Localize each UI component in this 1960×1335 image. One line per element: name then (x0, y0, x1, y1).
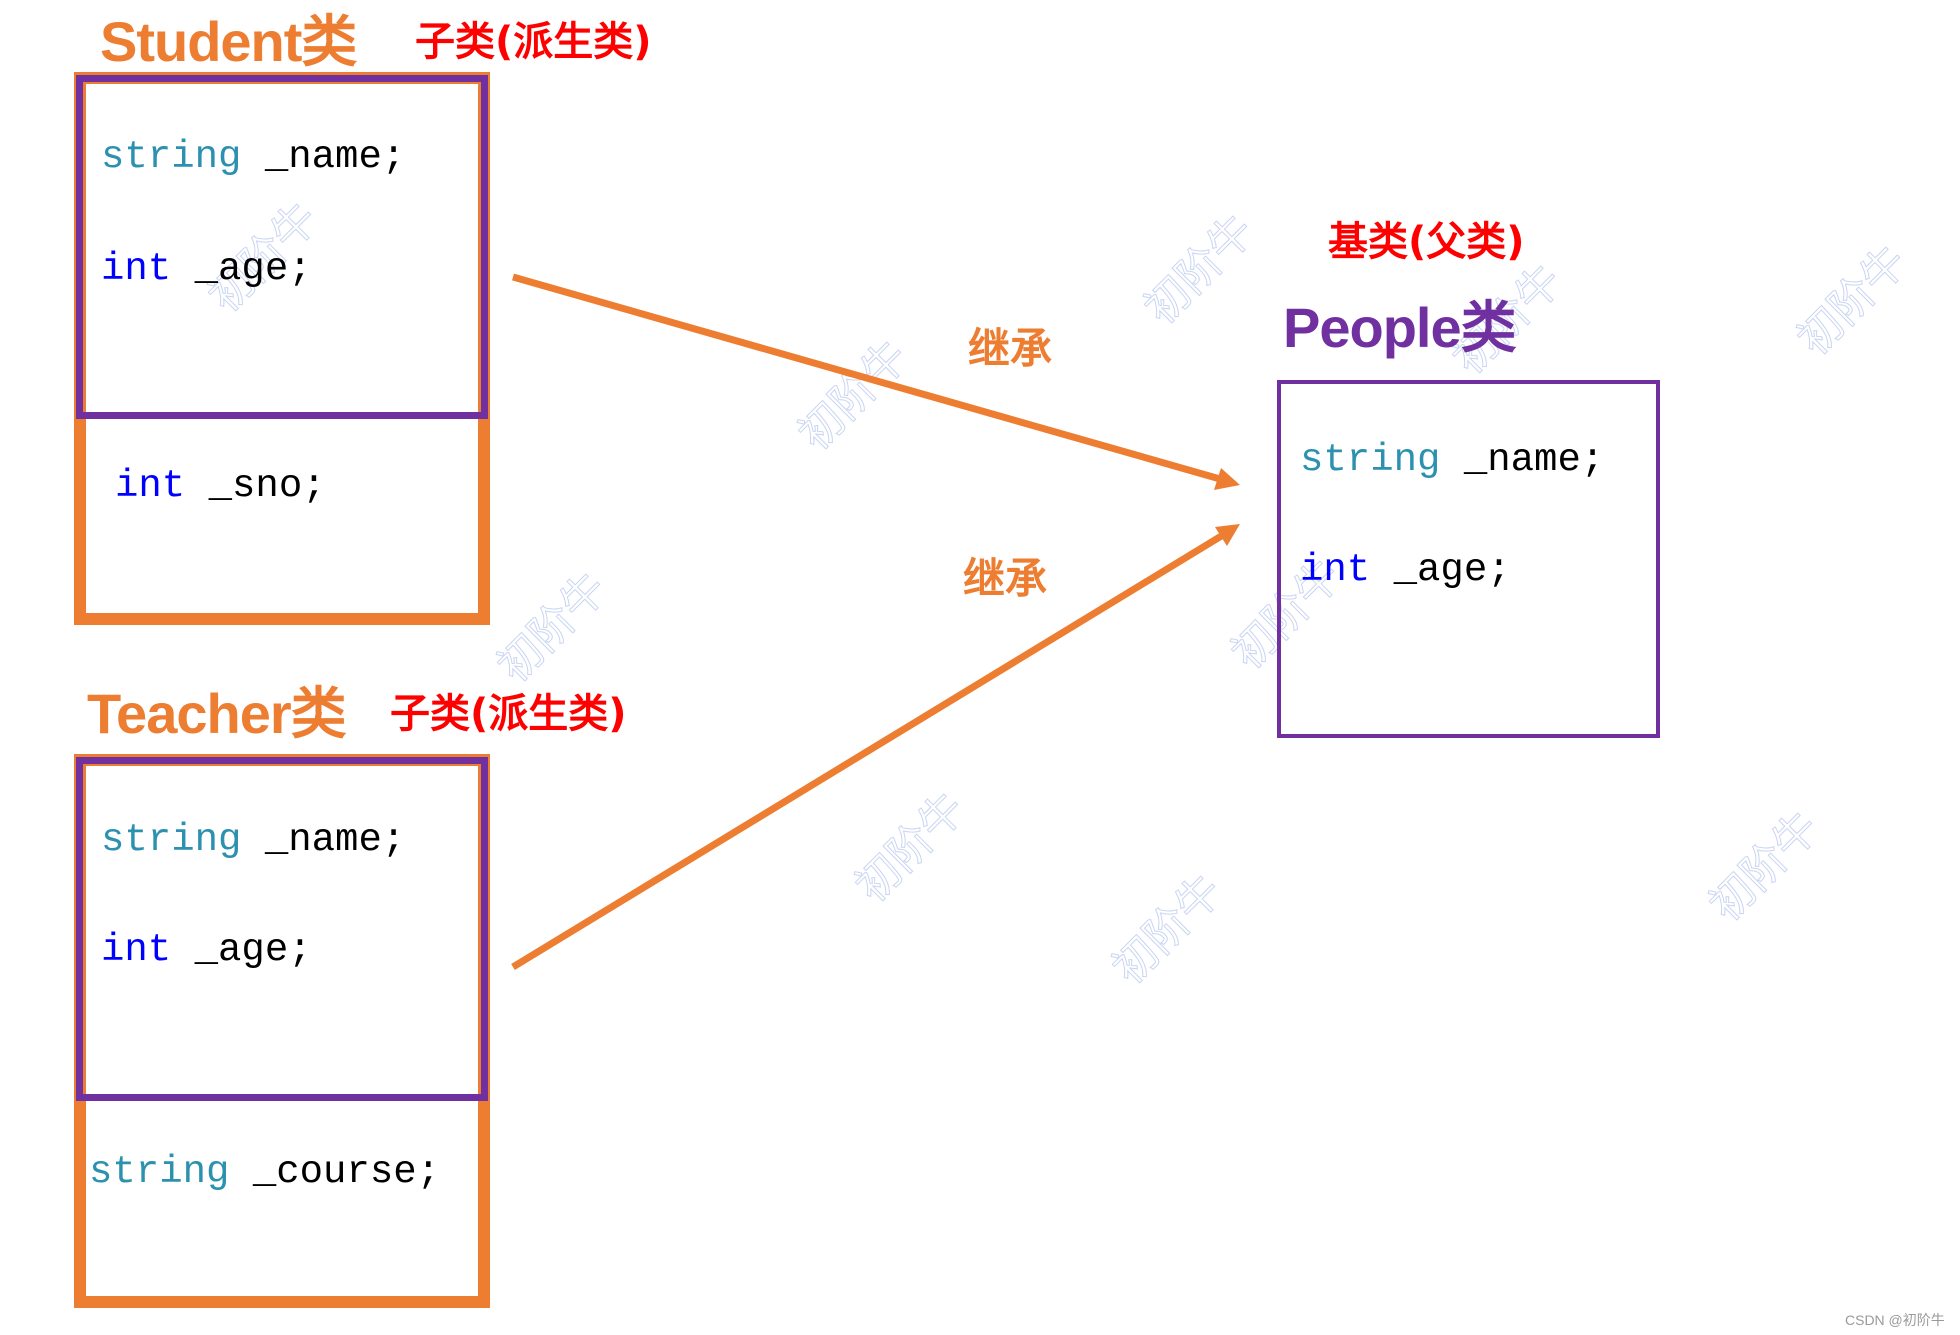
inherit-arrow-teacher (511, 524, 1240, 970)
inherit-label-teacher: 继承 (963, 554, 1048, 603)
inherit-arrow-student (512, 273, 1240, 490)
csdn-credit: CSDN @初阶牛 (1845, 1312, 1945, 1328)
inheritance-arrows (511, 273, 1240, 970)
arrowhead-icon (1214, 468, 1240, 490)
arrow-line (512, 273, 1221, 483)
inherit-label-student: 继承 (968, 324, 1053, 373)
arrow-line (511, 532, 1225, 970)
